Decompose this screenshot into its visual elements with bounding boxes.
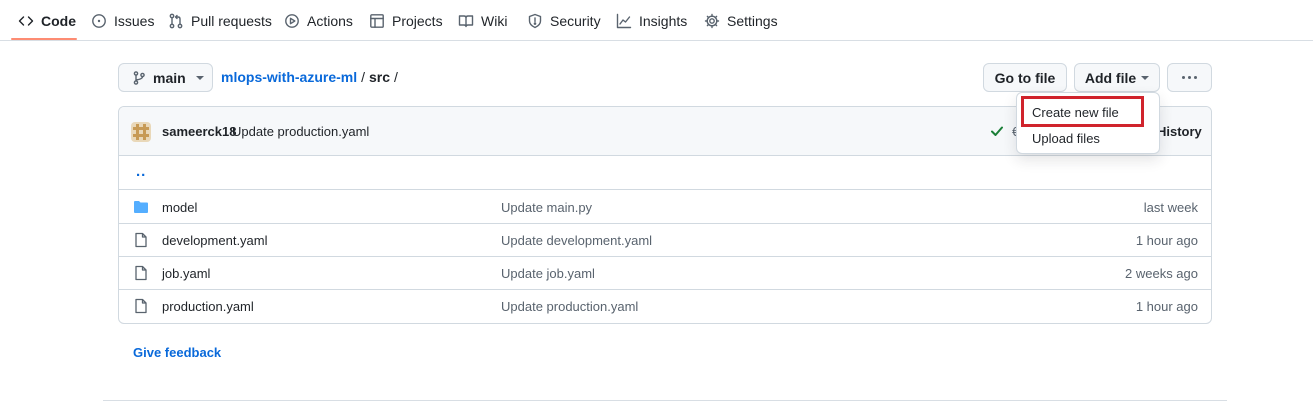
branch-name: main	[153, 69, 186, 86]
tab-wiki[interactable]: Wiki	[458, 0, 507, 41]
breadcrumb-repo-link[interactable]: mlops-with-azure-ml	[221, 69, 357, 85]
kebab-icon	[1182, 76, 1197, 79]
breadcrumb-separator: /	[394, 69, 398, 85]
go-to-file-button[interactable]: Go to file	[983, 63, 1067, 92]
check-icon[interactable]	[990, 124, 1004, 138]
tab-label: Projects	[392, 12, 443, 29]
breadcrumb: mlops-with-azure-ml / src /	[221, 69, 398, 85]
file-icon	[133, 265, 149, 281]
tab-issues[interactable]: Issues	[91, 0, 154, 41]
file-commit-message[interactable]: Update development.yaml	[501, 233, 652, 248]
tab-label: Insights	[639, 12, 688, 29]
tab-label: Code	[41, 12, 76, 29]
file-date: 2 weeks ago	[1125, 266, 1198, 281]
table-row[interactable]: model Update main.py last week	[119, 191, 1211, 224]
branch-icon	[133, 70, 145, 85]
table-row[interactable]: production.yaml Update production.yaml 1…	[119, 290, 1211, 323]
parent-directory-row[interactable]: ..	[119, 157, 1211, 190]
file-name[interactable]: production.yaml	[162, 299, 254, 314]
tab-code[interactable]: Code	[18, 0, 76, 41]
more-options-button[interactable]	[1167, 63, 1212, 92]
file-date: 1 hour ago	[1135, 299, 1198, 314]
table-icon	[370, 13, 384, 28]
tab-label: Actions	[307, 12, 353, 29]
upload-files-item[interactable]: Upload files	[1032, 131, 1100, 146]
graph-icon	[616, 13, 632, 28]
breadcrumb-current: src	[369, 69, 391, 85]
gear-icon	[704, 13, 720, 28]
history-link[interactable]: History	[1157, 124, 1202, 139]
tab-insights[interactable]: Insights	[616, 0, 687, 41]
tab-label: Issues	[114, 12, 155, 29]
repo-nav: Code Issues Pull requests Actions Projec…	[0, 0, 1313, 41]
table-row[interactable]: development.yaml Update development.yaml…	[119, 224, 1211, 257]
chevron-down-icon	[195, 75, 204, 80]
table-row[interactable]: job.yaml Update job.yaml 2 weeks ago	[119, 257, 1211, 290]
add-file-button[interactable]: Add file	[1074, 63, 1160, 92]
tab-settings[interactable]: Settings	[704, 0, 778, 41]
chevron-down-icon	[1141, 75, 1150, 80]
code-icon	[18, 15, 34, 26]
add-file-label: Add file	[1084, 69, 1137, 86]
tab-pull-requests[interactable]: Pull requests	[168, 0, 272, 41]
avatar[interactable]	[131, 122, 151, 142]
book-icon	[458, 14, 474, 27]
branch-selector[interactable]: main	[118, 63, 213, 92]
file-icon	[133, 232, 149, 248]
tab-security[interactable]: Security	[527, 0, 601, 41]
pull-request-icon	[169, 13, 183, 28]
folder-icon	[133, 199, 149, 215]
breadcrumb-separator: /	[361, 69, 366, 85]
file-date: last week	[1143, 200, 1198, 215]
tab-actions[interactable]: Actions	[284, 0, 353, 41]
file-name[interactable]: model	[162, 200, 197, 215]
file-name[interactable]: job.yaml	[162, 266, 210, 281]
tab-label: Settings	[727, 12, 778, 29]
tab-label: Pull requests	[191, 12, 272, 29]
file-commit-message[interactable]: Update production.yaml	[501, 299, 638, 314]
file-commit-message[interactable]: Update job.yaml	[501, 266, 595, 281]
file-icon	[133, 298, 149, 314]
footer-divider	[103, 400, 1227, 401]
shield-icon	[528, 13, 542, 28]
file-date: 1 hour ago	[1135, 233, 1198, 248]
commit-author[interactable]: sameerck18	[162, 124, 236, 139]
issue-icon	[92, 13, 106, 28]
give-feedback-link[interactable]: Give feedback	[133, 345, 221, 360]
parent-directory-link[interactable]: ..	[136, 163, 146, 180]
commit-message[interactable]: Update production.yaml	[232, 124, 369, 139]
highlight-box	[1021, 96, 1144, 127]
tab-label: Security	[550, 12, 601, 29]
play-icon	[285, 13, 299, 28]
file-commit-message[interactable]: Update main.py	[501, 200, 592, 215]
tab-label: Wiki	[481, 12, 508, 29]
tab-projects[interactable]: Projects	[369, 0, 443, 41]
file-name[interactable]: development.yaml	[162, 233, 268, 248]
active-tab-underline	[11, 38, 77, 40]
